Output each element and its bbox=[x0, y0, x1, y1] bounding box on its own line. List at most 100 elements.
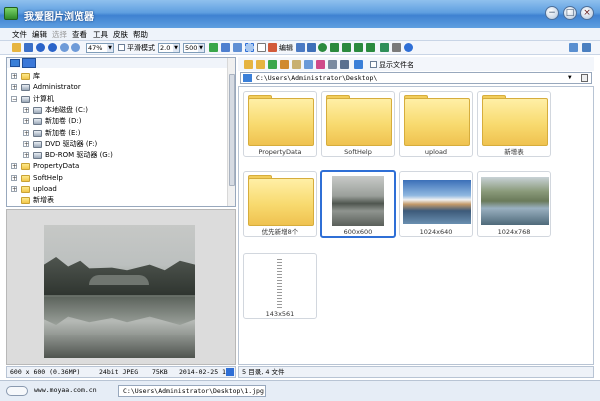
tree-scrollbar-thumb[interactable] bbox=[229, 74, 235, 186]
menu-file[interactable]: 文件 bbox=[12, 29, 27, 40]
rotate-right-icon[interactable] bbox=[354, 43, 363, 52]
tree-node-label: 新加卷 (D:) bbox=[45, 117, 82, 126]
show-filename-checkbox[interactable] bbox=[370, 61, 377, 68]
tree-node[interactable]: + 新加卷 (D:) bbox=[7, 117, 225, 127]
folder-tree[interactable]: + 库 + Administrator − 计算机 + 本地磁盘 (C:) + 新加卷 (D:) +… bbox=[6, 57, 236, 207]
thumbnail-area[interactable]: PropertyData SoftHelp upload 新增表 优先新增8个 … bbox=[238, 86, 594, 365]
thumbnail-item[interactable]: 1024x768 bbox=[477, 171, 551, 237]
play-icon[interactable] bbox=[209, 43, 218, 52]
print-icon[interactable] bbox=[392, 43, 401, 52]
screen-icon[interactable] bbox=[380, 43, 389, 52]
desktop-selected-icon[interactable] bbox=[22, 58, 36, 68]
menu-help[interactable]: 帮助 bbox=[133, 29, 148, 40]
help-icon[interactable] bbox=[404, 43, 413, 52]
smooth-mode-checkbox[interactable] bbox=[118, 44, 125, 51]
ratio-select[interactable]: 2.0 ▼ bbox=[158, 43, 180, 53]
zoom-in-icon[interactable] bbox=[60, 43, 69, 52]
menu-skin[interactable]: 皮肤 bbox=[113, 29, 128, 40]
move-icon[interactable] bbox=[292, 60, 301, 69]
tree-scrollbar[interactable] bbox=[227, 58, 235, 206]
open-folder-icon[interactable] bbox=[12, 43, 21, 52]
zoom-select[interactable]: 47% ▼ bbox=[86, 43, 114, 53]
menu-tools[interactable]: 工具 bbox=[93, 29, 108, 40]
flip-icon[interactable] bbox=[330, 43, 339, 52]
path-bar[interactable]: C:\Users\Administrator\Desktop\ ▼ bbox=[240, 72, 592, 84]
tree-node[interactable]: + DVD 驱动器 (F:) bbox=[7, 140, 225, 150]
collapse-icon[interactable]: − bbox=[11, 95, 17, 102]
thumbnail-view-icon[interactable] bbox=[354, 60, 363, 69]
thumbnail-item[interactable]: upload bbox=[399, 91, 473, 157]
trash-icon[interactable] bbox=[581, 74, 588, 82]
tree-node-label: 本地磁盘 (C:) bbox=[45, 105, 88, 114]
size-select[interactable]: 500 ▼ bbox=[183, 43, 205, 53]
expand-icon[interactable]: + bbox=[23, 118, 29, 125]
thumbnail-item[interactable]: 新增表 bbox=[477, 91, 551, 157]
expand-icon[interactable]: + bbox=[23, 140, 29, 147]
new-folder-icon[interactable] bbox=[256, 60, 265, 69]
layout-icon[interactable] bbox=[569, 43, 578, 52]
minimize-button[interactable]: − bbox=[545, 6, 559, 20]
rotate-left-icon[interactable] bbox=[318, 43, 327, 52]
previous-icon[interactable] bbox=[36, 43, 45, 52]
tree-node[interactable]: + Administrator bbox=[7, 83, 225, 93]
expand-icon[interactable]: + bbox=[11, 174, 17, 181]
thumbnail-item[interactable]: 优先新增8个 bbox=[243, 171, 317, 237]
zoom-out-icon[interactable] bbox=[71, 43, 80, 52]
tree-node[interactable]: + 本地磁盘 (C:) bbox=[7, 106, 225, 116]
copy-icon[interactable] bbox=[280, 60, 289, 69]
expand-icon[interactable]: + bbox=[11, 73, 17, 80]
tree-node[interactable]: + SoftHelp bbox=[7, 174, 225, 184]
crop-box-icon[interactable] bbox=[257, 43, 266, 52]
filter-icon[interactable] bbox=[316, 60, 325, 69]
tree-node[interactable]: 新增表 bbox=[7, 196, 225, 206]
tree-node[interactable]: + 库 bbox=[7, 72, 225, 82]
tree-node[interactable]: − 计算机 bbox=[7, 95, 225, 105]
next-icon[interactable] bbox=[48, 43, 57, 52]
status-size: 75KB bbox=[152, 368, 168, 376]
expand-icon[interactable]: + bbox=[23, 129, 29, 136]
expand-icon[interactable] bbox=[226, 368, 234, 376]
folder-icon[interactable] bbox=[244, 60, 253, 69]
sort-icon[interactable] bbox=[304, 60, 313, 69]
tree-node[interactable]: + BD-ROM 驱动器 (G:) bbox=[7, 151, 225, 161]
tree-node[interactable]: + 新加卷 (E:) bbox=[7, 129, 225, 139]
thumbnail-item[interactable]: PropertyData bbox=[243, 91, 317, 157]
maximize-button[interactable]: □ bbox=[563, 6, 577, 20]
tree-node[interactable]: + PropertyData bbox=[7, 162, 225, 172]
thumbnail-item[interactable]: SoftHelp bbox=[321, 91, 395, 157]
thumbnail-label: PropertyData bbox=[258, 148, 302, 156]
save-icon[interactable] bbox=[24, 43, 33, 52]
menu-edit[interactable]: 编辑 bbox=[32, 29, 47, 40]
title-bar[interactable]: 我爱图片浏览器 − □ × bbox=[0, 0, 600, 28]
crop-icon[interactable] bbox=[307, 43, 316, 52]
thumbnail-item-selected[interactable]: 600x600 bbox=[320, 170, 396, 238]
edit-label[interactable]: 编辑 bbox=[279, 43, 293, 53]
expand-icon[interactable]: + bbox=[11, 186, 17, 193]
detail-view-icon[interactable] bbox=[340, 60, 349, 69]
adjust-icon[interactable] bbox=[366, 43, 375, 52]
expand-icon[interactable]: + bbox=[11, 163, 17, 170]
menu-view[interactable]: 查看 bbox=[72, 29, 87, 40]
expand-icon[interactable]: + bbox=[11, 84, 17, 91]
resize-icon[interactable] bbox=[296, 43, 305, 52]
folder-icon bbox=[21, 186, 30, 193]
ratio-value: 2.0 bbox=[160, 44, 171, 52]
up-folder-icon[interactable] bbox=[268, 60, 277, 69]
edit-icon[interactable] bbox=[268, 43, 277, 52]
tree-node[interactable]: + upload bbox=[7, 185, 225, 195]
fit-icon[interactable] bbox=[233, 43, 242, 52]
expand-icon[interactable]: + bbox=[23, 106, 29, 113]
select-icon[interactable] bbox=[245, 43, 254, 52]
list-view-icon[interactable] bbox=[328, 60, 337, 69]
image-preview[interactable] bbox=[6, 209, 236, 365]
file-path-field[interactable]: C:\Users\Administrator\Desktop\1.jpg bbox=[118, 385, 266, 397]
arrows-icon[interactable] bbox=[221, 43, 230, 52]
thumbnail-item[interactable]: 143x561 bbox=[243, 253, 317, 319]
fullscreen-icon[interactable] bbox=[582, 43, 591, 52]
mirror-icon[interactable] bbox=[342, 43, 351, 52]
menu-select[interactable]: 选择 bbox=[52, 29, 67, 40]
expand-icon[interactable]: + bbox=[23, 152, 29, 159]
close-button[interactable]: × bbox=[580, 6, 594, 20]
chevron-down-icon[interactable]: ▼ bbox=[568, 73, 572, 83]
thumbnail-item[interactable]: 1024x640 bbox=[399, 171, 473, 237]
